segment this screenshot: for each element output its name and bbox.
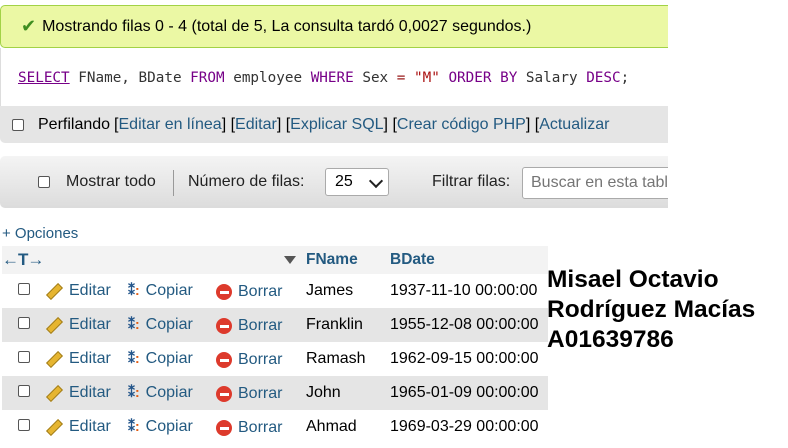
- pencil-icon: [46, 418, 63, 436]
- sql-field: Sex: [353, 70, 397, 86]
- row-checkbox[interactable]: [18, 351, 30, 363]
- cell-fname: Ramash: [300, 342, 384, 376]
- sql-end: ;: [620, 70, 630, 86]
- author-name-last: Rodríguez Macías: [547, 296, 756, 323]
- pencil-icon: [46, 350, 63, 368]
- edit-button[interactable]: Editar: [46, 384, 111, 402]
- pencil-icon: [46, 282, 63, 300]
- table-row: Editar ⁑: Copiar Borrar Ramash 1962-09-15…: [2, 342, 548, 376]
- sql-from: FROM: [190, 70, 225, 86]
- delete-button[interactable]: Borrar: [216, 351, 282, 369]
- profiling-checkbox[interactable]: [12, 118, 24, 131]
- column-arrows: ←T→: [2, 246, 46, 274]
- copy-icon: ⁑:: [128, 350, 140, 367]
- delete-button[interactable]: Borrar: [216, 419, 282, 437]
- author-info: Misael Octavio Rodríguez Macías A0163978…: [547, 265, 755, 355]
- filter-placeholder: Buscar en esta tabla: [531, 174, 668, 191]
- pencil-icon: [46, 384, 63, 402]
- edit-button[interactable]: Editar: [46, 282, 111, 300]
- pencil-icon: [46, 316, 63, 334]
- copy-icon: ⁑:: [128, 418, 140, 435]
- table-row: Editar ⁑: Copiar Borrar John 1965-01-09 0…: [2, 376, 548, 410]
- inline-edit-link[interactable]: Editar en línea: [119, 116, 222, 134]
- profiling-label: Perfilando: [38, 115, 111, 133]
- success-message: ✔ Mostrando filas 0 - 4 (total de 5, La …: [0, 5, 668, 48]
- sql-orderby: ORDER BY: [448, 70, 518, 86]
- cell-fname: Franklin: [300, 308, 384, 342]
- delete-button[interactable]: Borrar: [216, 385, 282, 403]
- table-row: Editar ⁑: Copiar Borrar Ahmad 1969-03-29 …: [2, 410, 548, 444]
- sql-table: employee: [224, 70, 311, 86]
- author-name-first: Misael Octavio: [547, 266, 719, 293]
- copy-icon: ⁑:: [128, 282, 140, 299]
- sql-cols: FName, BDate: [69, 70, 191, 86]
- sql-select-keyword[interactable]: SELECT: [18, 70, 70, 86]
- copy-button[interactable]: ⁑: Copiar: [128, 418, 193, 436]
- rows-label: Número de filas:: [188, 173, 305, 190]
- cell-fname: James: [300, 274, 384, 308]
- explain-sql-link[interactable]: Explicar SQL: [290, 116, 383, 134]
- row-checkbox[interactable]: [18, 419, 30, 431]
- row-checkbox[interactable]: [18, 385, 30, 397]
- filter-label: Filtrar filas:: [432, 173, 511, 190]
- delete-icon: [216, 420, 232, 437]
- sql-desc: DESC: [586, 70, 621, 86]
- delete-icon: [216, 284, 232, 301]
- sql-value: "M": [405, 70, 449, 86]
- results-table: ←T→ FName BDate Editar ⁑: Copiar Borrar J…: [2, 246, 548, 444]
- rows-select-value: 25: [335, 173, 353, 190]
- create-php-link[interactable]: Crear código PHP: [397, 116, 526, 134]
- edit-button[interactable]: Editar: [46, 418, 111, 436]
- copy-button[interactable]: ⁑: Copiar: [128, 384, 193, 402]
- delete-icon: [216, 352, 232, 369]
- copy-button[interactable]: ⁑: Copiar: [128, 350, 193, 368]
- cell-bdate: 1937-11-10 00:00:00: [384, 274, 548, 308]
- show-all-label: Mostrar todo: [66, 173, 156, 190]
- navigation-bar: Mostrar todo Número de filas: 25 Filtrar…: [0, 156, 668, 208]
- rows-select[interactable]: 25: [325, 168, 389, 196]
- author-id: A01639786: [547, 326, 674, 353]
- copy-icon: ⁑:: [128, 384, 140, 401]
- cell-bdate: 1955-12-08 00:00:00: [384, 308, 548, 342]
- cell-fname: John: [300, 376, 384, 410]
- table-header: ←T→ FName BDate: [2, 246, 548, 274]
- cell-fname: Ahmad: [300, 410, 384, 444]
- row-checkbox[interactable]: [18, 317, 30, 329]
- delete-button[interactable]: Borrar: [216, 317, 282, 335]
- cell-bdate: 1965-01-09 00:00:00: [384, 376, 548, 410]
- options-link[interactable]: + Opciones: [2, 225, 78, 242]
- column-bdate[interactable]: BDate: [384, 246, 548, 274]
- sql-where: WHERE: [310, 70, 354, 86]
- table-row: Editar ⁑: Copiar Borrar James 1937-11-10 …: [2, 274, 548, 308]
- divider: [173, 170, 174, 196]
- filter-input[interactable]: Buscar en esta tabla: [522, 167, 668, 199]
- delete-button[interactable]: Borrar: [216, 283, 282, 301]
- chevron-down-icon: [368, 173, 384, 189]
- copy-button[interactable]: ⁑: Copiar: [128, 282, 193, 300]
- edit-button[interactable]: Editar: [46, 316, 111, 334]
- checkmark-icon: ✔: [21, 16, 37, 36]
- profiling-bar: Perfilando [ Editar en línea ] [ Editar …: [0, 106, 668, 143]
- arrows-icon[interactable]: ←T→: [2, 250, 44, 269]
- delete-icon: [216, 386, 232, 403]
- sql-query: SELECT FName, BDate FROM employee WHERE …: [0, 48, 668, 106]
- table-row: Editar ⁑: Copiar Borrar Franklin 1955-12-…: [2, 308, 548, 342]
- copy-button[interactable]: ⁑: Copiar: [128, 316, 193, 334]
- edit-button[interactable]: Editar: [46, 350, 111, 368]
- status-text: Mostrando filas 0 - 4 (total de 5, La co…: [42, 17, 532, 35]
- row-checkbox[interactable]: [18, 283, 30, 295]
- sort-triangle-icon[interactable]: [284, 256, 296, 264]
- cell-bdate: 1962-09-15 00:00:00: [384, 342, 548, 376]
- copy-icon: ⁑:: [128, 316, 140, 333]
- sql-orderfield: Salary: [517, 70, 587, 86]
- delete-icon: [216, 318, 232, 335]
- cell-bdate: 1969-03-29 00:00:00: [384, 410, 548, 444]
- edit-link[interactable]: Editar: [235, 116, 277, 134]
- refresh-link[interactable]: Actualizar: [539, 116, 609, 134]
- show-all-checkbox[interactable]: [38, 176, 50, 188]
- column-fname[interactable]: FName: [300, 246, 384, 274]
